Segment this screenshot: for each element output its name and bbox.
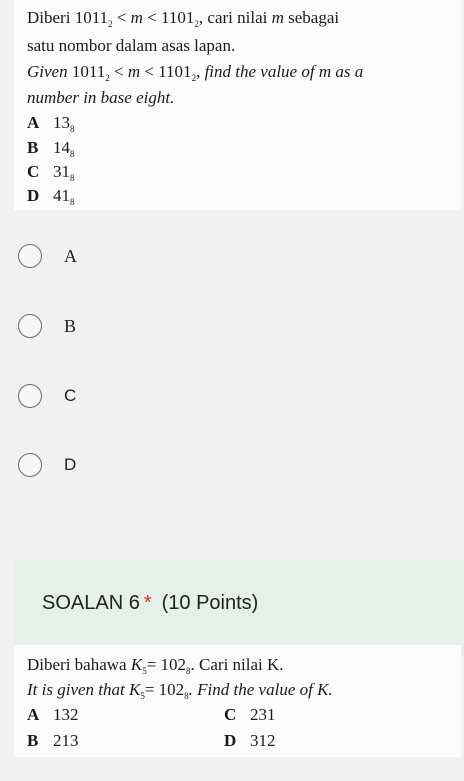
base-subscript: 8 — [70, 124, 75, 134]
number-1011: 1011 — [71, 62, 106, 81]
option-value: 231 — [250, 705, 276, 724]
variable-m: m — [130, 8, 143, 27]
answer-option-c: C 318 — [27, 162, 75, 183]
question-english-line-1: Given 10112 < m < 11012, find the value … — [27, 62, 364, 83]
answer-option-d: D 418 — [27, 186, 75, 207]
radio-button-a[interactable] — [18, 244, 42, 268]
option-value: 31 — [53, 162, 70, 181]
radio-button-d[interactable] — [18, 453, 42, 477]
question-number: SOALAN 6 — [42, 592, 140, 614]
question-title: SOALAN 6 * (10 Points) — [42, 592, 258, 615]
base-subscript: 8 — [70, 197, 75, 207]
option-value: 132 — [53, 705, 79, 724]
base-subscript: 2 — [105, 73, 110, 83]
base-subscript: 8 — [70, 173, 75, 183]
option-letter: A — [27, 113, 40, 132]
equation: = 102 — [144, 680, 185, 699]
text: . Cari nilai K. — [190, 655, 284, 674]
question-6-header: SOALAN 6 * (10 Points) — [14, 560, 464, 655]
question-english-line-2: number in base eight. — [27, 88, 175, 107]
option-value: 41 — [53, 186, 70, 205]
answer-option-c: C 231 — [224, 705, 276, 725]
number-1101: 1101 — [158, 62, 192, 81]
required-mark: * — [143, 592, 152, 614]
question-6-image: Diberi bahawa K5= 1028. Cari nilai K. It… — [14, 645, 461, 757]
choice-label: C — [64, 386, 77, 405]
question-malay-line: Diberi bahawa K5= 1028. Cari nilai K. — [27, 655, 284, 676]
answer-option-a: A 132 — [27, 705, 79, 725]
text: Diberi — [27, 8, 71, 27]
option-letter: A — [27, 705, 40, 724]
less-than-sign: < — [116, 8, 127, 27]
question-malay-line-2: satu nombor dalam asas lapan. — [27, 36, 236, 55]
base-subscript: 2 — [108, 19, 113, 29]
variable-k: K — [128, 680, 141, 699]
text: Diberi bahawa — [27, 655, 127, 674]
radio-button-c[interactable] — [18, 384, 42, 408]
option-letter: B — [27, 731, 39, 750]
choice-label: D — [64, 455, 77, 474]
text: Given — [27, 62, 68, 81]
answer-option-b: B 148 — [27, 138, 75, 159]
question-english-line: It is given that K5= 1028. Find the valu… — [27, 680, 333, 701]
less-than-sign: < — [144, 62, 154, 81]
variable-k: K — [130, 655, 143, 674]
points-label: (10 Points) — [161, 592, 259, 614]
choice-label: B — [64, 315, 77, 336]
option-value: 13 — [53, 113, 70, 132]
option-letter: B — [27, 138, 39, 157]
equation: = 102 — [146, 655, 187, 674]
option-letter: C — [27, 162, 40, 181]
question-malay-line-1: Diberi 10112 < m < 11012, cari nilai m s… — [27, 8, 340, 29]
choice-d[interactable]: D — [18, 452, 76, 478]
option-letter: D — [27, 186, 40, 205]
option-value: 213 — [53, 731, 79, 750]
option-value: 312 — [250, 731, 276, 750]
choice-c[interactable]: C — [18, 383, 76, 409]
option-value: 14 — [53, 138, 70, 157]
choice-b[interactable]: B — [18, 313, 76, 339]
answer-option-d: D 312 — [224, 731, 276, 751]
choice-label: A — [64, 245, 77, 266]
text: , cari nilai — [198, 8, 268, 27]
base-subscript: 8 — [70, 149, 75, 159]
question-5-image: Diberi 10112 < m < 11012, cari nilai m s… — [14, 0, 461, 210]
option-letter: C — [224, 705, 237, 724]
number-1011: 1011 — [74, 8, 109, 27]
text: find the value of m as a — [204, 62, 364, 81]
less-than-sign: < — [113, 62, 124, 81]
answer-option-b: B 213 — [27, 731, 79, 751]
radio-button-b[interactable] — [18, 314, 42, 338]
answer-option-a: A 138 — [27, 113, 75, 134]
text: . Find the value of K. — [188, 680, 333, 699]
option-letter: D — [224, 731, 237, 750]
choice-a[interactable]: A — [18, 243, 77, 269]
text: sebagai — [288, 8, 340, 27]
variable-m: m — [271, 8, 284, 27]
number-1101: 1101 — [161, 8, 195, 27]
text: It is given that — [27, 680, 125, 699]
less-than-sign: < — [147, 8, 157, 27]
variable-m: m — [127, 62, 141, 81]
